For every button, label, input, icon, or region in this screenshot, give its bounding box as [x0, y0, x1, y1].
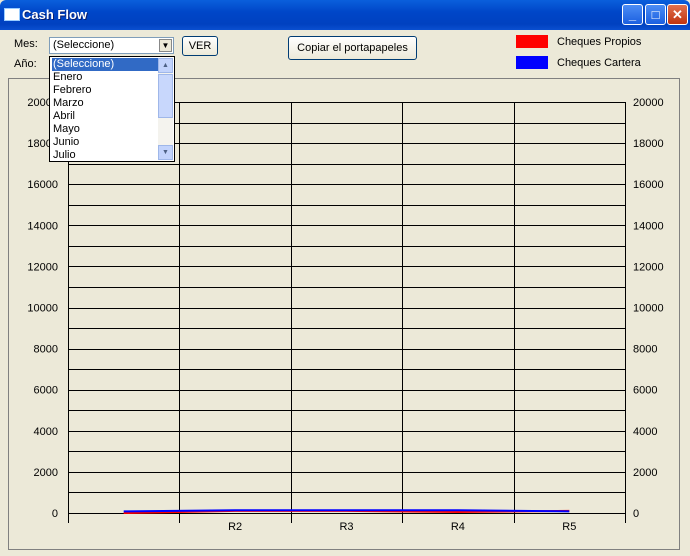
y-tick-label-right: 20000 — [633, 97, 664, 109]
x-tick-label: R5 — [562, 521, 576, 533]
y-tick-label-right: 14000 — [633, 220, 664, 232]
dropdown-option[interactable]: Febrero — [52, 84, 161, 97]
scroll-up-arrow-icon[interactable]: ▲ — [158, 58, 173, 73]
dropdown-option[interactable]: Marzo — [52, 97, 161, 110]
dropdown-option[interactable]: Abril — [52, 110, 161, 123]
x-tick-label: R4 — [451, 521, 465, 533]
y-tick-label-left: 6000 — [34, 385, 58, 397]
dropdown-option[interactable]: (Seleccione) — [51, 57, 162, 72]
y-tick-label-left: 8000 — [34, 344, 58, 356]
dropdown-option[interactable]: Enero — [52, 71, 161, 84]
y-tick-label-left: 0 — [52, 508, 58, 520]
y-tick-label-right: 12000 — [633, 261, 664, 273]
y-tick-label-right: 6000 — [633, 385, 657, 397]
y-tick-label-right: 2000 — [633, 467, 657, 479]
y-tick-label-left: 16000 — [27, 179, 58, 191]
y-tick-label-left: 14000 — [27, 220, 58, 232]
y-tick-label-right: 16000 — [633, 179, 664, 191]
y-tick-label-left: 2000 — [34, 467, 58, 479]
y-tick-label-left: 4000 — [34, 426, 58, 438]
y-tick-label-right: 10000 — [633, 303, 664, 315]
mes-dropdown-list[interactable]: (Seleccione) Enero Febrero Marzo Abril M… — [49, 56, 175, 162]
series-line-cartera — [123, 509, 570, 513]
y-tick-label-right: 0 — [633, 508, 639, 520]
dropdown-option[interactable]: Mayo — [52, 123, 161, 136]
y-tick-label-left: 12000 — [27, 261, 58, 273]
y-tick-label-right: 8000 — [633, 344, 657, 356]
x-tick-label: R3 — [339, 521, 353, 533]
y-tick-label-right: 4000 — [633, 426, 657, 438]
dropdown-option[interactable]: Julio — [52, 149, 161, 160]
dropdown-scrollbar[interactable]: ▲ ▼ — [158, 58, 173, 160]
scroll-down-arrow-icon[interactable]: ▼ — [158, 145, 173, 160]
y-tick-label-left: 10000 — [27, 303, 58, 315]
dropdown-option[interactable]: Junio — [52, 136, 161, 149]
scroll-thumb[interactable] — [158, 74, 173, 118]
x-tick-label: R2 — [228, 521, 242, 533]
y-tick-label-right: 18000 — [633, 138, 664, 150]
